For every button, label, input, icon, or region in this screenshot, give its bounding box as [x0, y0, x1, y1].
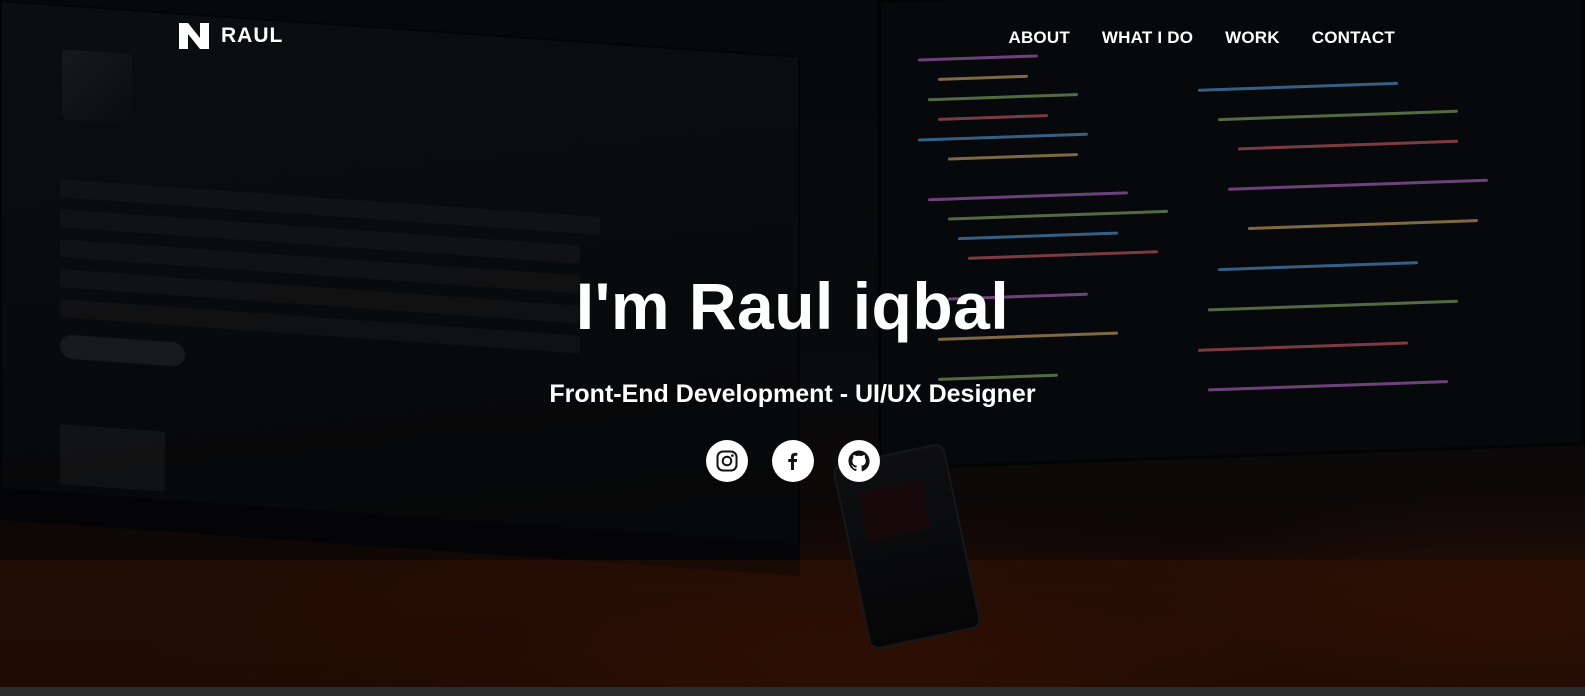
hero-section: RAUL ABOUT WHAT I DO WORK CONTACT I'm Ra… — [0, 0, 1585, 696]
nav-work[interactable]: WORK — [1225, 28, 1280, 48]
logo-text: RAUL — [221, 24, 284, 47]
facebook-icon — [787, 452, 797, 470]
hero-subtitle: Front-End Development - UI/UX Designer — [549, 380, 1036, 408]
dark-overlay — [0, 0, 1585, 696]
instagram-icon — [716, 450, 737, 472]
nav-what-i-do[interactable]: WHAT I DO — [1102, 28, 1193, 48]
github-icon — [848, 450, 870, 472]
main-nav: ABOUT WHAT I DO WORK CONTACT — [1008, 28, 1395, 48]
social-links — [0, 440, 1585, 482]
bottom-bar — [0, 687, 1585, 696]
nav-contact[interactable]: CONTACT — [1312, 28, 1395, 48]
facebook-button[interactable] — [771, 440, 814, 482]
github-button[interactable] — [837, 440, 880, 482]
logo-link[interactable]: RAUL — [179, 23, 283, 49]
logo-mark-icon — [179, 23, 209, 49]
hero-title: I'm Raul iqbal — [575, 269, 1010, 343]
instagram-button[interactable] — [705, 440, 748, 482]
nav-about[interactable]: ABOUT — [1008, 28, 1069, 48]
